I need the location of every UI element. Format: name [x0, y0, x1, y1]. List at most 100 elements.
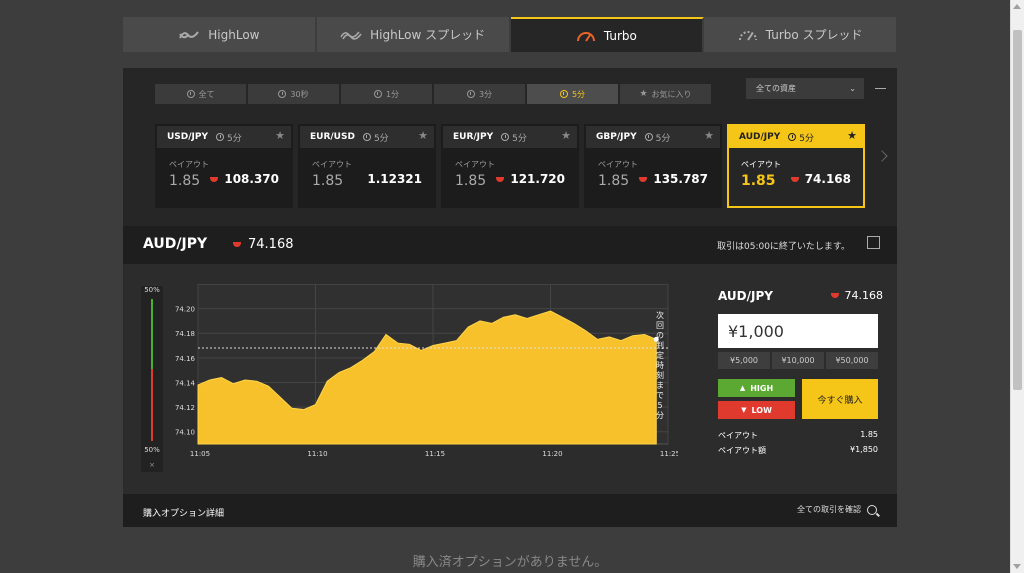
tab-label: HighLow スプレッド [370, 28, 486, 42]
price-chart: 11:05 11:10 11:15 11:20 11:25 74.10 74.12 74.14… [175, 284, 678, 458]
expiry-annotation-char: 定 [656, 350, 664, 360]
subtab-label: 30秒 [290, 89, 309, 99]
expiry-annotation-char: 回 [656, 321, 664, 330]
card-price-value: 74.168 [804, 172, 851, 186]
highlow-spread-icon [340, 28, 362, 42]
up-arrow-icon: ▲ [739, 384, 746, 392]
payout-row: ペイアウト 1.85 [718, 430, 878, 441]
asset-card-eurusd[interactable]: EUR/USD 5分 ★ ペイアウト 1.85 1.12321 [298, 124, 436, 208]
preset-50000-button[interactable]: ¥50,000 [826, 352, 878, 369]
tab-highlow[interactable]: HighLow [123, 17, 317, 52]
y-tick-label: 74.12 [175, 404, 195, 412]
card-payout: 1.85 [169, 173, 201, 189]
view-all-trades-link[interactable]: 全ての取引を確認 [797, 504, 877, 515]
minimize-button[interactable] [875, 88, 886, 89]
buy-now-button[interactable]: 今すぐ購入 [802, 379, 878, 419]
card-duration: 5分 [362, 131, 389, 144]
subtab-label: お気に入り [651, 89, 692, 99]
asset-card-eurjpy[interactable]: EUR/JPY 5分 ★ ペイアウト 1.85 121.720 [441, 124, 579, 208]
chevron-right-icon[interactable] [876, 150, 888, 162]
asset-card-audjpy[interactable]: AUD/JPY 5分 ★ ペイアウト 1.85 74.168 [727, 124, 865, 208]
clock-icon [559, 90, 568, 98]
asset-filter-select[interactable]: 全ての資産 ⌄ [746, 78, 864, 99]
star-icon[interactable]: ★ [561, 129, 571, 142]
preset-10000-button[interactable]: ¥10,000 [772, 352, 824, 369]
low-button[interactable]: ▼ LOW [718, 401, 795, 419]
expiry-annotation-char: ま [656, 381, 664, 390]
expiry-annotation-char: 時 [656, 361, 664, 370]
scroll-down-icon[interactable] [1013, 564, 1021, 569]
high-button[interactable]: ▲ HIGH [718, 379, 795, 397]
asset-cards: USD/JPY 5分 ★ ペイアウト 1.85 108.370 EUR/USD 5分… [155, 124, 865, 208]
card-duration: 5分 [501, 131, 527, 144]
card-duration-label: 5分 [799, 133, 814, 144]
card-duration: 5分 [216, 131, 242, 144]
star-icon[interactable]: ★ [704, 129, 714, 142]
payout-amount-row: ペイアウト額 ¥1,850 [718, 445, 878, 456]
card-header: AUD/JPY 5分 [729, 126, 863, 148]
x-tick-label: 11:20 [542, 450, 562, 458]
buy-label: 今すぐ購入 [817, 395, 863, 406]
card-duration-label: 5分 [512, 133, 527, 144]
duration-tabs: 全て 30秒 1分 3分 5分 ★ お気に入り [155, 84, 711, 104]
order-pair: AUD/JPY [718, 289, 773, 303]
down-arrow-icon: ▼ [741, 406, 747, 414]
card-payout: 1.85 [598, 173, 630, 189]
subtab-3m[interactable]: 3分 [434, 84, 525, 104]
tab-highlow-spread[interactable]: HighLow スプレッド [316, 17, 511, 52]
subtab-1m[interactable]: 1分 [341, 84, 432, 104]
sentiment-high-percent: 50% [144, 286, 160, 294]
down-arrow-icon [496, 176, 505, 182]
clock-icon [362, 133, 371, 141]
star-icon[interactable]: ★ [847, 129, 857, 142]
sentiment-high-bar [151, 299, 153, 369]
subtab-label: 5分 [571, 89, 586, 99]
subtab-30s[interactable]: 30秒 [248, 84, 339, 104]
star-icon[interactable]: ★ [418, 129, 428, 142]
y-tick-label: 74.10 [175, 429, 195, 437]
card-header: EUR/JPY 5分 [443, 126, 577, 148]
subtab-all[interactable]: 全て [155, 84, 246, 104]
x-tick-label: 11:10 [307, 450, 327, 458]
order-price: 74.168 [830, 289, 883, 302]
high-label: HIGH [750, 383, 774, 393]
order-panel: AUD/JPY 74.168 ¥5,000 ¥10,000 ¥50,000 ▲ H… [718, 264, 888, 494]
asset-card-gbpjpy[interactable]: GBP/JPY 5分 ★ ペイアウト 1.85 135.787 [584, 124, 722, 208]
card-duration-label: 5分 [227, 133, 242, 144]
subtab-label: 1分 [385, 89, 400, 99]
chart-toggle-icon[interactable] [867, 236, 880, 249]
clock-icon [278, 90, 287, 98]
card-header: USD/JPY 5分 [157, 126, 291, 148]
tab-turbo-spread[interactable]: Turbo スプレッド [704, 17, 898, 52]
tab-turbo[interactable]: Turbo [510, 17, 705, 52]
preset-5000-button[interactable]: ¥5,000 [718, 352, 770, 369]
options-list: 購入済オプションがありません。 [123, 527, 897, 573]
scroll-up-icon[interactable] [1013, 4, 1021, 9]
clock-icon [788, 133, 797, 141]
asset-card-usdjpy[interactable]: USD/JPY 5分 ★ ペイアウト 1.85 108.370 [155, 124, 293, 208]
investment-amount-input[interactable] [718, 314, 878, 348]
selected-price: 74.168 [233, 237, 294, 252]
highlow-icon [178, 28, 200, 42]
card-payout-label: ペイアウト [169, 160, 209, 169]
subtab-favorites[interactable]: ★ お気に入り [620, 84, 711, 104]
tab-label: Turbo スプレッド [765, 28, 863, 42]
star-icon: ★ [639, 89, 648, 99]
selected-asset-bar: AUD/JPY 74.168 取引は05:00に終了いたします。 [123, 226, 897, 264]
card-pair: USD/JPY [167, 132, 209, 142]
scrollbar-thumb[interactable] [1013, 30, 1022, 390]
trading-panel: 全て 30秒 1分 3分 5分 ★ お気に入り 全ての資産 ⌄ USD/JPY 5分… [123, 68, 897, 573]
selected-pair: AUD/JPY [143, 236, 208, 252]
payout-amount-value: ¥1,850 [850, 445, 878, 454]
expiry-annotation-char: 判 [656, 340, 664, 350]
expiry-annotation-char: 次 [656, 310, 664, 320]
subtab-5m[interactable]: 5分 [527, 84, 618, 104]
clock-icon [466, 90, 475, 98]
purchased-options-bar: 購入オプション詳細 全ての取引を確認 [123, 494, 897, 527]
card-payout-label: ペイアウト [312, 160, 352, 169]
no-options-message: 購入済オプションがありません。 [412, 555, 608, 570]
close-icon[interactable]: × [141, 461, 163, 469]
y-tick-label: 74.14 [175, 379, 196, 387]
vertical-scrollbar[interactable] [1010, 0, 1024, 573]
star-icon[interactable]: ★ [275, 129, 285, 142]
